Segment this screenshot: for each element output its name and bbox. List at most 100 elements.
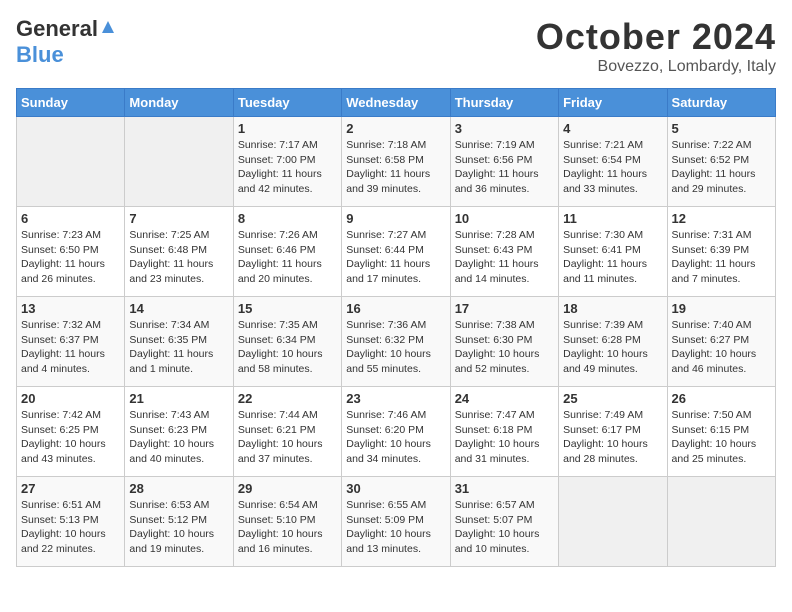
day-number: 25 bbox=[563, 391, 662, 406]
calendar-cell: 12 Sunrise: 7:31 AM Sunset: 6:39 PM Dayli… bbox=[667, 207, 775, 297]
day-info: Sunrise: 7:40 AM Sunset: 6:27 PM Dayligh… bbox=[672, 318, 771, 377]
calendar-week-1: 1 Sunrise: 7:17 AM Sunset: 7:00 PM Daylig… bbox=[17, 117, 776, 207]
day-info: Sunrise: 6:53 AM Sunset: 5:12 PM Dayligh… bbox=[129, 498, 228, 557]
day-number: 3 bbox=[455, 121, 554, 136]
day-number: 27 bbox=[21, 481, 120, 496]
day-info: Sunrise: 7:44 AM Sunset: 6:21 PM Dayligh… bbox=[238, 408, 337, 467]
day-number: 16 bbox=[346, 301, 445, 316]
day-info: Sunrise: 7:36 AM Sunset: 6:32 PM Dayligh… bbox=[346, 318, 445, 377]
calendar-week-2: 6 Sunrise: 7:23 AM Sunset: 6:50 PM Daylig… bbox=[17, 207, 776, 297]
day-number: 1 bbox=[238, 121, 337, 136]
day-number: 12 bbox=[672, 211, 771, 226]
header-cell-wednesday: Wednesday bbox=[342, 89, 450, 117]
header-cell-sunday: Sunday bbox=[17, 89, 125, 117]
day-number: 20 bbox=[21, 391, 120, 406]
calendar-cell: 25Sunrise: 7:49 AM Sunset: 6:17 PM Dayli… bbox=[559, 387, 667, 477]
calendar-cell: 13 Sunrise: 7:32 AM Sunset: 6:37 PM Dayli… bbox=[17, 297, 125, 387]
day-number: 29 bbox=[238, 481, 337, 496]
calendar-cell bbox=[17, 117, 125, 207]
day-number: 28 bbox=[129, 481, 228, 496]
calendar-cell: 23Sunrise: 7:46 AM Sunset: 6:20 PM Dayli… bbox=[342, 387, 450, 477]
day-number: 15 bbox=[238, 301, 337, 316]
day-number: 18 bbox=[563, 301, 662, 316]
calendar-cell bbox=[125, 117, 233, 207]
day-info: Sunrise: 7:31 AM Sunset: 6:39 PM Dayligh… bbox=[672, 228, 771, 287]
day-info: Sunrise: 7:46 AM Sunset: 6:20 PM Dayligh… bbox=[346, 408, 445, 467]
day-info: Sunrise: 7:32 AM Sunset: 6:37 PM Dayligh… bbox=[21, 318, 120, 377]
day-number: 13 bbox=[21, 301, 120, 316]
calendar-cell bbox=[667, 477, 775, 567]
calendar-cell: 3 Sunrise: 7:19 AM Sunset: 6:56 PM Daylig… bbox=[450, 117, 558, 207]
calendar-cell: 14Sunrise: 7:34 AM Sunset: 6:35 PM Dayli… bbox=[125, 297, 233, 387]
day-info: Sunrise: 7:17 AM Sunset: 7:00 PM Dayligh… bbox=[238, 138, 337, 197]
day-info: Sunrise: 7:26 AM Sunset: 6:46 PM Dayligh… bbox=[238, 228, 337, 287]
day-info: Sunrise: 7:25 AM Sunset: 6:48 PM Dayligh… bbox=[129, 228, 228, 287]
logo: General Blue bbox=[16, 16, 116, 68]
calendar-cell: 28 Sunrise: 6:53 AM Sunset: 5:12 PM Dayli… bbox=[125, 477, 233, 567]
header-cell-tuesday: Tuesday bbox=[233, 89, 341, 117]
day-number: 7 bbox=[129, 211, 228, 226]
day-info: Sunrise: 6:51 AM Sunset: 5:13 PM Dayligh… bbox=[21, 498, 120, 557]
day-info: Sunrise: 6:55 AM Sunset: 5:09 PM Dayligh… bbox=[346, 498, 445, 557]
day-info: Sunrise: 7:21 AM Sunset: 6:54 PM Dayligh… bbox=[563, 138, 662, 197]
day-number: 6 bbox=[21, 211, 120, 226]
logo-triangle-icon bbox=[100, 19, 116, 40]
calendar-week-5: 27 Sunrise: 6:51 AM Sunset: 5:13 PM Dayli… bbox=[17, 477, 776, 567]
calendar-cell: 29 Sunrise: 6:54 AM Sunset: 5:10 PM Dayli… bbox=[233, 477, 341, 567]
calendar-cell: 30 Sunrise: 6:55 AM Sunset: 5:09 PM Dayli… bbox=[342, 477, 450, 567]
calendar-header-row: SundayMondayTuesdayWednesdayThursdayFrid… bbox=[17, 89, 776, 117]
day-number: 19 bbox=[672, 301, 771, 316]
calendar-body: 1 Sunrise: 7:17 AM Sunset: 7:00 PM Daylig… bbox=[17, 117, 776, 567]
page-header: General Blue October 2024 Bovezzo, Lomba… bbox=[16, 16, 776, 76]
day-number: 9 bbox=[346, 211, 445, 226]
day-info: Sunrise: 7:19 AM Sunset: 6:56 PM Dayligh… bbox=[455, 138, 554, 197]
day-info: Sunrise: 7:39 AM Sunset: 6:28 PM Dayligh… bbox=[563, 318, 662, 377]
title-area: October 2024 Bovezzo, Lombardy, Italy bbox=[536, 16, 776, 76]
calendar-cell: 16 Sunrise: 7:36 AM Sunset: 6:32 PM Dayli… bbox=[342, 297, 450, 387]
calendar-cell: 5 Sunrise: 7:22 AM Sunset: 6:52 PM Daylig… bbox=[667, 117, 775, 207]
calendar-cell: 4 Sunrise: 7:21 AM Sunset: 6:54 PM Daylig… bbox=[559, 117, 667, 207]
day-info: Sunrise: 7:34 AM Sunset: 6:35 PM Dayligh… bbox=[129, 318, 228, 377]
calendar-cell: 27 Sunrise: 6:51 AM Sunset: 5:13 PM Dayli… bbox=[17, 477, 125, 567]
day-info: Sunrise: 6:57 AM Sunset: 5:07 PM Dayligh… bbox=[455, 498, 554, 557]
day-info: Sunrise: 7:38 AM Sunset: 6:30 PM Dayligh… bbox=[455, 318, 554, 377]
day-info: Sunrise: 7:22 AM Sunset: 6:52 PM Dayligh… bbox=[672, 138, 771, 197]
day-number: 17 bbox=[455, 301, 554, 316]
day-number: 26 bbox=[672, 391, 771, 406]
calendar-table: SundayMondayTuesdayWednesdayThursdayFrid… bbox=[16, 88, 776, 567]
day-info: Sunrise: 7:50 AM Sunset: 6:15 PM Dayligh… bbox=[672, 408, 771, 467]
day-number: 30 bbox=[346, 481, 445, 496]
day-info: Sunrise: 7:43 AM Sunset: 6:23 PM Dayligh… bbox=[129, 408, 228, 467]
day-info: Sunrise: 7:23 AM Sunset: 6:50 PM Dayligh… bbox=[21, 228, 120, 287]
calendar-cell: 20Sunrise: 7:42 AM Sunset: 6:25 PM Dayli… bbox=[17, 387, 125, 477]
day-info: Sunrise: 7:35 AM Sunset: 6:34 PM Dayligh… bbox=[238, 318, 337, 377]
day-info: Sunrise: 7:28 AM Sunset: 6:43 PM Dayligh… bbox=[455, 228, 554, 287]
calendar-cell: 2Sunrise: 7:18 AM Sunset: 6:58 PM Daylig… bbox=[342, 117, 450, 207]
location-title: Bovezzo, Lombardy, Italy bbox=[536, 58, 776, 76]
header-cell-monday: Monday bbox=[125, 89, 233, 117]
header-cell-saturday: Saturday bbox=[667, 89, 775, 117]
calendar-cell: 8Sunrise: 7:26 AM Sunset: 6:46 PM Daylig… bbox=[233, 207, 341, 297]
calendar-cell: 22Sunrise: 7:44 AM Sunset: 6:21 PM Dayli… bbox=[233, 387, 341, 477]
header-cell-friday: Friday bbox=[559, 89, 667, 117]
calendar-cell: 15 Sunrise: 7:35 AM Sunset: 6:34 PM Dayli… bbox=[233, 297, 341, 387]
logo-blue: Blue bbox=[16, 42, 64, 67]
calendar-cell: 10Sunrise: 7:28 AM Sunset: 6:43 PM Dayli… bbox=[450, 207, 558, 297]
header-cell-thursday: Thursday bbox=[450, 89, 558, 117]
day-info: Sunrise: 6:54 AM Sunset: 5:10 PM Dayligh… bbox=[238, 498, 337, 557]
calendar-cell: 24 Sunrise: 7:47 AM Sunset: 6:18 PM Dayli… bbox=[450, 387, 558, 477]
calendar-cell: 19 Sunrise: 7:40 AM Sunset: 6:27 PM Dayli… bbox=[667, 297, 775, 387]
day-info: Sunrise: 7:30 AM Sunset: 6:41 PM Dayligh… bbox=[563, 228, 662, 287]
calendar-cell: 26 Sunrise: 7:50 AM Sunset: 6:15 PM Dayli… bbox=[667, 387, 775, 477]
day-number: 5 bbox=[672, 121, 771, 136]
calendar-cell: 21 Sunrise: 7:43 AM Sunset: 6:23 PM Dayli… bbox=[125, 387, 233, 477]
day-info: Sunrise: 7:27 AM Sunset: 6:44 PM Dayligh… bbox=[346, 228, 445, 287]
day-number: 31 bbox=[455, 481, 554, 496]
day-number: 21 bbox=[129, 391, 228, 406]
day-number: 4 bbox=[563, 121, 662, 136]
calendar-cell: 1 Sunrise: 7:17 AM Sunset: 7:00 PM Daylig… bbox=[233, 117, 341, 207]
day-info: Sunrise: 7:18 AM Sunset: 6:58 PM Dayligh… bbox=[346, 138, 445, 197]
day-info: Sunrise: 7:47 AM Sunset: 6:18 PM Dayligh… bbox=[455, 408, 554, 467]
day-number: 11 bbox=[563, 211, 662, 226]
day-number: 24 bbox=[455, 391, 554, 406]
